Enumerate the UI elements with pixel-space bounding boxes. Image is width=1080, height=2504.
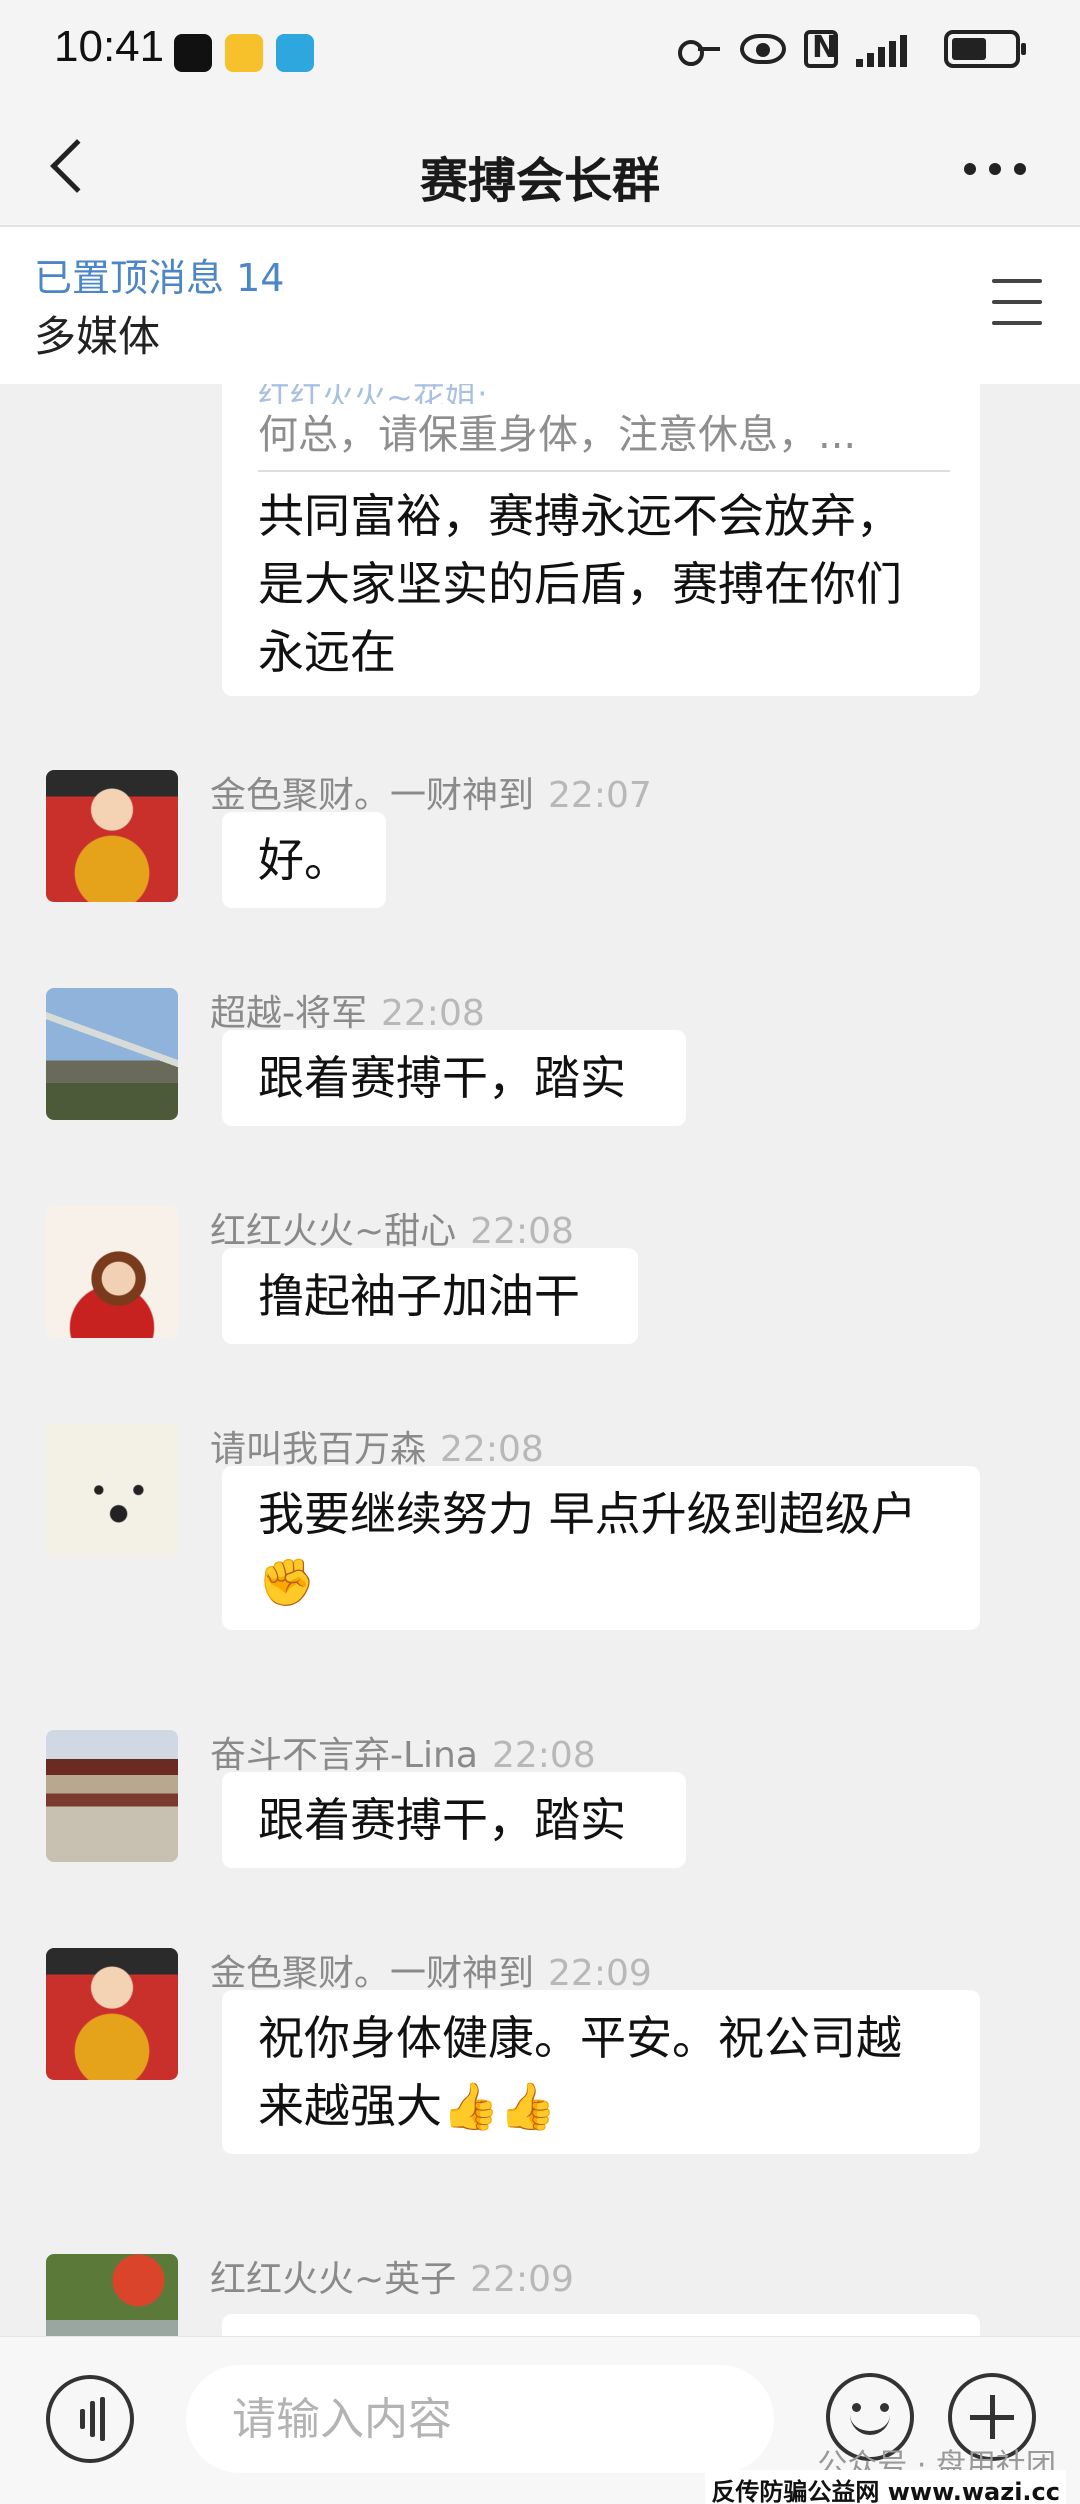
avatar[interactable] — [46, 1424, 178, 1556]
chat-header: 赛搏会长群 — [0, 105, 1080, 227]
battery-icon — [944, 30, 1026, 68]
sender-name: 奋斗不言弃-Lina — [210, 1735, 478, 1776]
eye-icon — [740, 34, 786, 64]
sender-name: 红红火火~甜心 — [210, 1211, 457, 1252]
watermark-site: 反传防骗公益网 www.wazi.cc — [705, 2470, 1066, 2504]
message-meta: 金色聚财。一财神到 22:07 — [210, 766, 652, 818]
quote-sender: 红红火火~花姐: — [258, 384, 488, 404]
message-meta: 超越-将军 22:08 — [210, 984, 485, 1036]
sender-name: 请叫我百万森 — [210, 1429, 427, 1470]
quote-text: 何总，请保重身体，注意休息，... — [258, 412, 857, 458]
status-icons — [678, 30, 1026, 68]
message-time: 22:09 — [470, 2259, 574, 2300]
menu-icon[interactable] — [992, 279, 1042, 325]
chat-title: 赛搏会长群 — [419, 153, 660, 209]
voice-icon[interactable] — [46, 2375, 134, 2463]
message-bubble[interactable]: 撸起袖子加油干 — [222, 1248, 638, 1344]
sender-name: 金色聚财。一财神到 — [210, 1953, 535, 1994]
quote-reply-text: 共同富裕，赛搏永远不会放弃，是大家坚实的后盾，赛搏在你们永远在 — [258, 489, 902, 679]
message-bubble[interactable]: 我要继续努力 早点升级到超级户 ✊ — [222, 1466, 980, 1630]
message-bubble[interactable]: 好。 — [222, 812, 386, 908]
message-meta: 红红火火~甜心 22:08 — [210, 1202, 574, 1254]
message-bubble[interactable]: 跟着赛搏干，踏实 — [222, 1030, 686, 1126]
nfc-icon — [804, 30, 838, 68]
message-meta: 请叫我百万森 22:08 — [210, 1420, 544, 1472]
key-icon — [678, 38, 722, 66]
message-bubble[interactable] — [222, 2314, 980, 2336]
quote-reply-bubble[interactable]: 红红火火~花姐: 何总，请保重身体，注意休息，... 共同富裕，赛搏永远不会放弃… — [222, 384, 980, 696]
message-time: 22:08 — [440, 1429, 544, 1470]
message-meta: 金色聚财。一财神到 22:09 — [210, 1944, 652, 1996]
sender-name: 红红火火~英子 — [210, 2259, 457, 2300]
quote-divider — [258, 470, 950, 472]
status-time: 10:41 — [54, 22, 165, 71]
message-time: 22:08 — [470, 1211, 574, 1252]
avatar[interactable] — [46, 1948, 178, 2080]
message-input[interactable] — [186, 2365, 774, 2473]
chat-area[interactable]: 红红火火~花姐: 何总，请保重身体，注意休息，... 共同富裕，赛搏永远不会放弃… — [0, 384, 1080, 2336]
avatar[interactable] — [46, 1206, 178, 1338]
sender-name: 金色聚财。一财神到 — [210, 775, 535, 816]
message-time: 22:09 — [548, 1953, 652, 1994]
app-icon-black — [174, 34, 212, 72]
pinned-messages-bar[interactable]: 已置顶消息 14 多媒体 — [0, 227, 1080, 384]
more-dots-icon[interactable] — [964, 163, 1026, 175]
status-bar: 10:41 — [0, 0, 1080, 105]
message-time: 22:07 — [548, 775, 652, 816]
signal-icon — [856, 31, 926, 67]
avatar[interactable] — [46, 2254, 178, 2336]
sender-name: 超越-将军 — [210, 993, 367, 1034]
avatar[interactable] — [46, 770, 178, 902]
telegram-icon — [276, 34, 314, 72]
pinned-title: 已置顶消息 14 — [34, 256, 285, 300]
message-bubble[interactable]: 跟着赛搏干，踏实 — [222, 1772, 686, 1868]
pinned-subtitle: 多媒体 — [34, 312, 161, 361]
avatar[interactable] — [46, 1730, 178, 1862]
message-time: 22:08 — [381, 993, 485, 1034]
message-meta: 奋斗不言弃-Lina 22:08 — [210, 1726, 596, 1778]
mail-icon — [225, 34, 263, 72]
avatar[interactable] — [46, 988, 178, 1120]
message-meta: 红红火火~英子 22:09 — [210, 2250, 574, 2302]
message-time: 22:08 — [491, 1735, 596, 1776]
message-bubble[interactable]: 祝你身体健康。平安。祝公司越来越强大👍👍 — [222, 1990, 980, 2154]
